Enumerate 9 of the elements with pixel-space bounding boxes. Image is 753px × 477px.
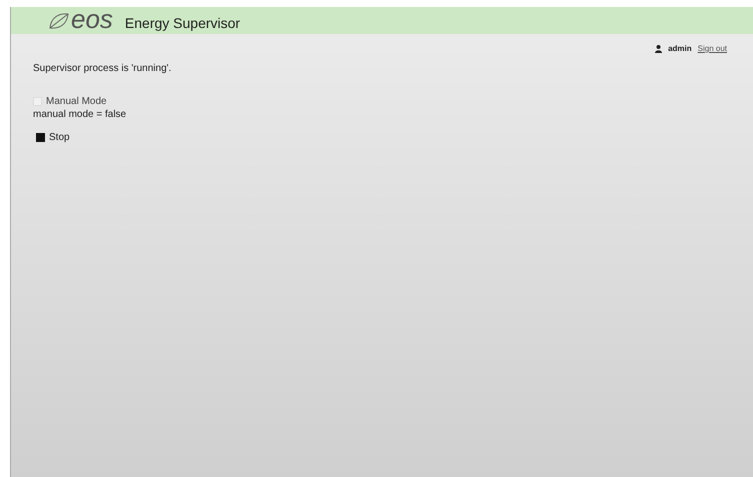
status-message: Supervisor process is 'running'. (33, 63, 172, 74)
logo-text: eos (71, 6, 113, 32)
app-title: Energy Supervisor (124, 14, 240, 30)
user-name: admin (668, 44, 692, 53)
user-icon (655, 44, 662, 52)
leaf-icon (48, 12, 70, 30)
stop-button[interactable]: Stop (36, 132, 70, 143)
manual-mode-readout: manual mode = false (33, 109, 128, 120)
sign-out-link[interactable]: Sign out (698, 44, 727, 53)
